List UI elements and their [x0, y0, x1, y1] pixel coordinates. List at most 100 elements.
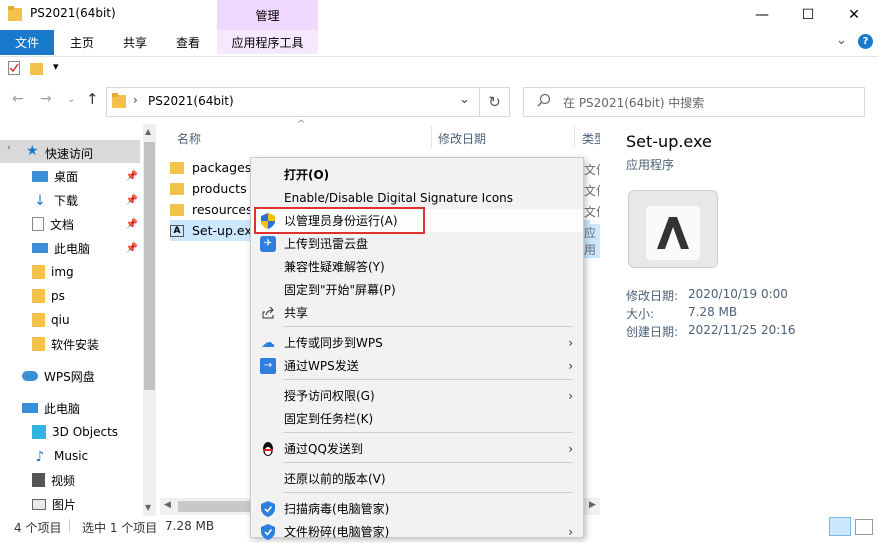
tab-file[interactable]: 文件: [0, 30, 54, 55]
large-icons-view-icon[interactable]: [855, 519, 873, 535]
nav-item-img[interactable]: img: [32, 260, 140, 284]
adobe-app-icon: A: [170, 224, 184, 237]
menu-item-xunlei[interactable]: ✈ 上传到迅雷云盘: [251, 232, 583, 255]
nav-item-software[interactable]: 软件安装: [32, 332, 140, 356]
submenu-arrow-icon: ›: [568, 335, 573, 350]
menu-item-label: 扫描病毒(电脑管家): [284, 502, 390, 516]
breadcrumb-path[interactable]: PS2021(64bit): [148, 94, 234, 108]
folder-icon: [32, 337, 45, 351]
nav-quick-access[interactable]: 快速访问: [45, 145, 93, 162]
menu-item-grant-access[interactable]: 授予访问权限(G) ›: [251, 384, 583, 407]
menu-item-restore[interactable]: 还原以前的版本(V): [251, 467, 583, 490]
forward-icon[interactable]: →: [40, 91, 52, 107]
menu-item-scan-virus[interactable]: 扫描病毒(电脑管家): [251, 497, 583, 520]
maximize-button[interactable]: ☐: [785, 0, 831, 30]
nav-item-pictures[interactable]: 图片: [32, 492, 140, 516]
quick-access-toolbar: [0, 57, 878, 81]
menu-item-wps-sync[interactable]: ☁ 上传或同步到WPS ›: [251, 331, 583, 354]
details-view-icon[interactable]: [829, 517, 851, 536]
column-divider[interactable]: [431, 126, 432, 148]
menu-item-share[interactable]: 共享: [251, 301, 583, 324]
file-name: Set-up.exe: [192, 223, 260, 238]
nav-item-this-pc-pinned[interactable]: 此电脑 📌: [32, 236, 140, 260]
refresh-button[interactable]: ↻: [480, 87, 510, 117]
submenu-arrow-icon: ›: [568, 441, 573, 456]
scroll-left-icon[interactable]: ◀: [164, 500, 171, 510]
scroll-down-icon[interactable]: ▼: [145, 503, 151, 512]
nav-item-downloads[interactable]: ↓ 下载 📌: [32, 188, 140, 212]
tab-home[interactable]: 主页: [56, 30, 108, 54]
nav-item-desktop[interactable]: 桌面 📌: [32, 164, 140, 188]
nav-scrollbar-thumb[interactable]: [144, 142, 155, 390]
pin-icon[interactable]: 📌: [126, 243, 138, 254]
menu-separator: [283, 462, 573, 463]
wps-send-icon: →: [260, 357, 276, 374]
document-icon: [32, 217, 44, 231]
menu-item-label: 固定到"开始"屏幕(P): [284, 283, 396, 297]
up-icon[interactable]: ↑: [86, 90, 99, 108]
folder-icon: [170, 161, 184, 174]
tab-view[interactable]: 查看: [162, 30, 214, 54]
folder-icon: [32, 265, 45, 279]
qat-dropdown-icon[interactable]: ▾: [53, 60, 59, 73]
menu-item-wps-send[interactable]: → 通过WPS发送 ›: [251, 354, 583, 377]
star-icon: ★: [26, 143, 39, 159]
nav-item-label: 图片: [52, 497, 77, 512]
menu-item-pin-taskbar[interactable]: 固定到任务栏(K): [251, 407, 583, 430]
nav-item-documents[interactable]: 文档 📌: [32, 212, 140, 236]
tab-app-tools[interactable]: 应用程序工具: [217, 30, 318, 54]
menu-item-qq-send[interactable]: 通过QQ发送到 ›: [251, 437, 583, 460]
pin-icon[interactable]: 📌: [126, 219, 138, 230]
pin-icon[interactable]: 📌: [126, 195, 138, 206]
menu-item-pin-start[interactable]: 固定到"开始"屏幕(P): [251, 278, 583, 301]
menu-separator: [283, 379, 573, 380]
scroll-up-icon[interactable]: ▲: [145, 127, 151, 136]
manage-tab-header[interactable]: 管理: [217, 0, 318, 30]
nav-item-music[interactable]: ♪ Music: [32, 444, 140, 468]
qq-penguin-icon: [260, 441, 276, 457]
back-icon[interactable]: ←: [12, 91, 24, 107]
menu-item-compat[interactable]: 兼容性疑难解答(Y): [251, 255, 583, 278]
computer-icon: [22, 403, 38, 413]
submenu-arrow-icon: ›: [568, 358, 573, 373]
column-name[interactable]: 名称: [177, 130, 201, 147]
tab-share[interactable]: 共享: [110, 30, 160, 54]
nav-item-videos[interactable]: 视频: [32, 468, 140, 492]
nav-item-3d-objects[interactable]: 3D Objects: [32, 420, 140, 444]
recent-dropdown-icon[interactable]: ⌄: [67, 94, 75, 105]
folder-icon: [170, 182, 184, 195]
nav-item-label: img: [51, 265, 74, 279]
menu-item-open[interactable]: 打开(O): [251, 163, 583, 186]
nav-item-label: 此电脑: [54, 241, 91, 256]
submenu-arrow-icon: ›: [568, 524, 573, 539]
nav-item-wps[interactable]: WPS网盘: [22, 364, 140, 388]
nav-item-this-pc[interactable]: 此电脑: [22, 396, 140, 420]
cloud-icon: [22, 371, 38, 381]
nav-item-qiu[interactable]: qiu: [32, 308, 140, 332]
scroll-right-icon[interactable]: ▶: [589, 500, 596, 510]
preview-size-value: 7.28 MB: [688, 305, 738, 319]
expand-arrow-icon[interactable]: ›: [7, 143, 11, 153]
pin-icon[interactable]: 📌: [126, 171, 138, 182]
column-divider[interactable]: [574, 126, 575, 148]
address-dropdown-icon[interactable]: ⌄: [459, 92, 470, 107]
search-placeholder: 在 PS2021(64bit) 中搜索: [563, 96, 705, 110]
nav-item-label: ps: [51, 289, 65, 303]
status-size: 7.28 MB: [165, 519, 215, 533]
status-divider: [69, 519, 70, 533]
column-modified[interactable]: 修改日期: [438, 130, 486, 147]
tencent-shield-icon: [260, 523, 276, 540]
new-folder-icon[interactable]: [30, 61, 43, 78]
nav-item-ps[interactable]: ps: [32, 284, 140, 308]
nav-item-label: 文档: [50, 217, 75, 232]
menu-item-signature[interactable]: Enable/Disable Digital Signature Icons: [251, 186, 583, 209]
properties-icon[interactable]: [8, 61, 20, 78]
status-selected: 选中 1 个项目: [82, 521, 158, 535]
menu-item-label: 上传到迅雷云盘: [284, 237, 369, 251]
ribbon-collapse-icon[interactable]: ⌄: [836, 33, 847, 48]
menu-item-shred[interactable]: 文件粉碎(电脑管家) ›: [251, 520, 583, 543]
close-button[interactable]: ✕: [831, 0, 877, 30]
share-icon: [260, 305, 276, 321]
minimize-button[interactable]: —: [739, 0, 785, 30]
help-icon[interactable]: ?: [858, 34, 873, 49]
